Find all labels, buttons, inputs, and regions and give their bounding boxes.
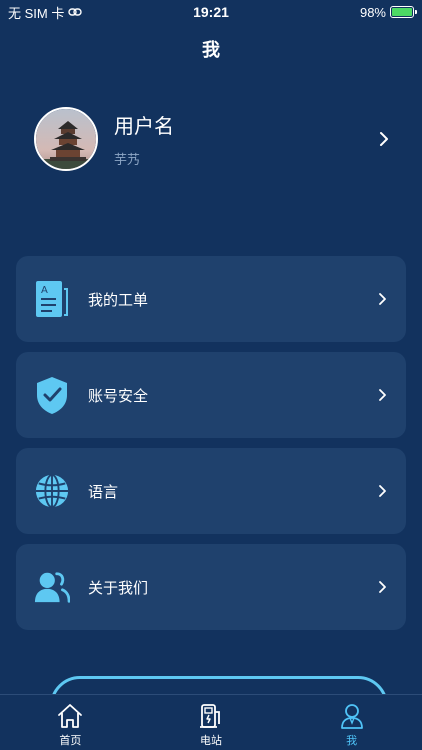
charging-station-icon — [200, 703, 220, 728]
chevron-right-icon — [379, 581, 386, 593]
status-right: 98% — [359, 4, 417, 20]
avatar[interactable] — [34, 107, 98, 171]
chevron-right-icon — [379, 293, 386, 305]
avatar-image — [36, 109, 96, 169]
shield-check-icon — [34, 375, 70, 415]
profile-row[interactable]: 用户名 芋艿 — [34, 106, 394, 172]
tab-label: 我 — [346, 734, 358, 747]
battery-icon — [390, 6, 417, 18]
status-left: 无 SIM 卡 — [8, 3, 83, 22]
menu-item-label: 账号安全 — [88, 387, 149, 405]
tab-label: 首页 — [59, 734, 82, 747]
home-icon — [58, 703, 83, 728]
username: 用户名 — [114, 116, 174, 138]
tab-me[interactable]: 我 — [281, 695, 422, 750]
menu-item-account-security[interactable]: 账号安全 — [16, 352, 406, 438]
chevron-right-icon — [379, 389, 386, 401]
tab-stations[interactable]: 电站 — [141, 695, 282, 750]
menu-item-work-orders[interactable]: A 我的工单 — [16, 256, 406, 342]
menu-list: A 我的工单 账号安全 语言 关于我们 — [16, 256, 406, 640]
menu-item-language[interactable]: 语言 — [16, 448, 406, 534]
profile-text: 用户名 芋艿 — [114, 110, 374, 168]
tab-label: 电站 — [200, 734, 222, 747]
globe-icon — [34, 471, 70, 511]
battery-percent: 98% — [359, 4, 386, 20]
svg-text:A: A — [41, 285, 48, 296]
chevron-right-icon[interactable] — [374, 129, 394, 149]
page-title: 我 — [202, 40, 220, 60]
user-icon — [340, 703, 363, 729]
work-order-icon: A — [34, 279, 70, 319]
tab-home[interactable]: 首页 — [0, 695, 141, 750]
menu-item-label: 关于我们 — [88, 579, 149, 597]
menu-item-label: 语言 — [88, 483, 119, 501]
status-bar: 无 SIM 卡 19:21 98% — [0, 0, 422, 24]
tab-bar: 首页 电站 我 — [0, 694, 422, 750]
people-icon — [34, 567, 70, 607]
menu-item-about-us[interactable]: 关于我们 — [16, 544, 406, 630]
chevron-right-icon — [379, 485, 386, 497]
carrier-label: 无 SIM 卡 — [8, 5, 65, 21]
link-icon — [68, 8, 83, 16]
nickname: 芋艿 — [114, 152, 141, 167]
menu-item-label: 我的工单 — [88, 291, 149, 309]
